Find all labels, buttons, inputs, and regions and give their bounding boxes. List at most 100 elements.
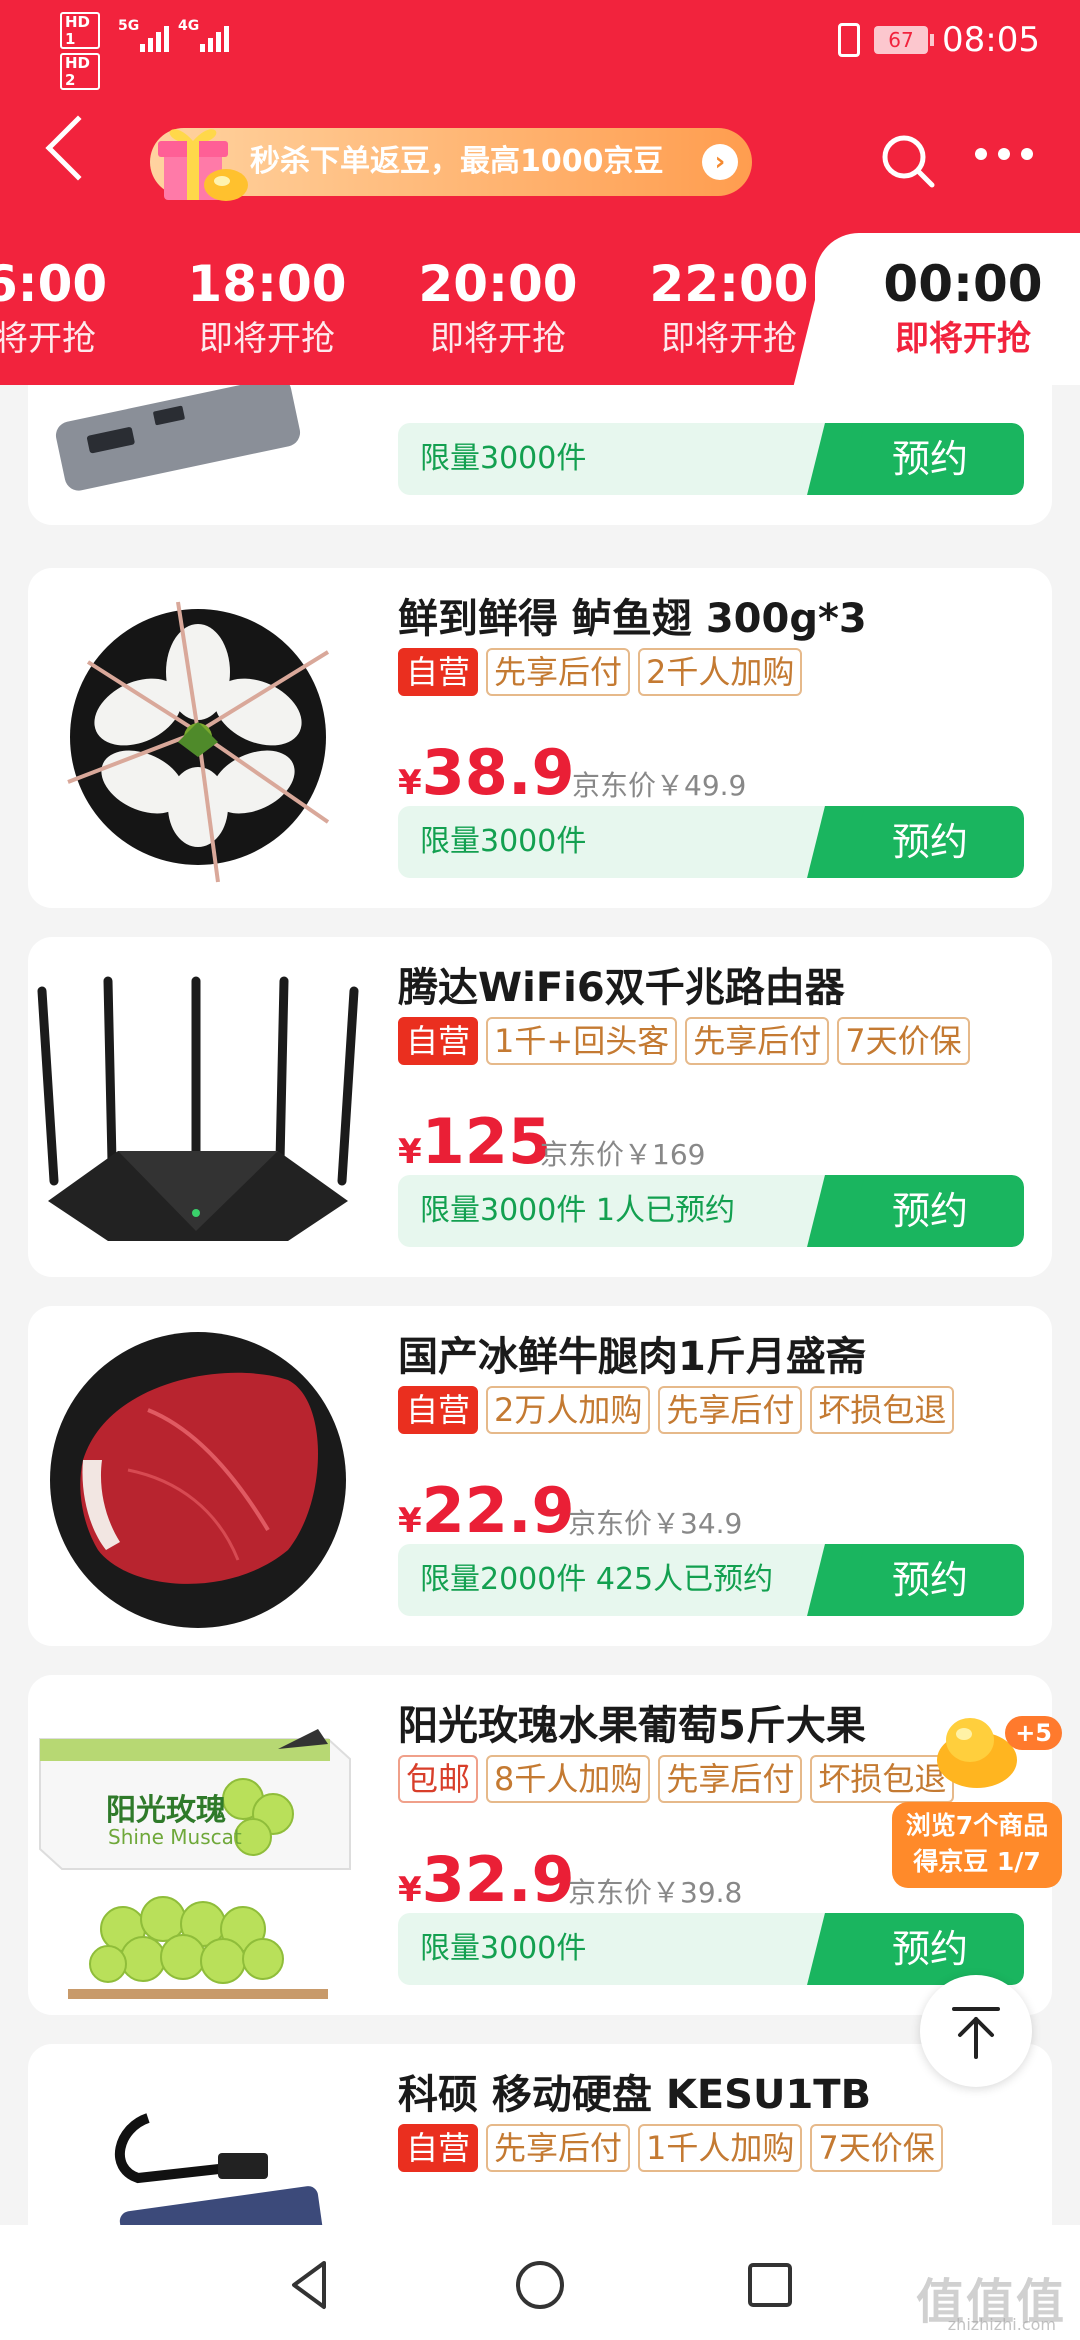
- tab-status: 即将开抢: [430, 319, 566, 359]
- status-bar: HD 1 HD 2 5G 4G 67 08:05: [0, 0, 1080, 90]
- reserve-bar: 限量3000件 1人已预约 预约: [398, 1175, 1024, 1247]
- tag: 先享后付: [658, 1386, 803, 1434]
- header: HD 1 HD 2 5G 4G 67 08:05 秒杀下单返豆，最高1000京豆…: [0, 0, 1080, 393]
- status-right: 67 08:05: [838, 20, 1040, 60]
- product-list[interactable]: 限量3000件 预约 鲜到鲜得 鲈鱼翅 300g*3 自营 先享后付 2千人加购…: [0, 385, 1080, 2225]
- tag-list: 自营 1千+回头客 先享后付 7天价保: [398, 1017, 970, 1065]
- tag: 先享后付: [486, 648, 631, 696]
- tab-0600[interactable]: 6:00 将开抢: [0, 255, 160, 365]
- product-card[interactable]: 腾达WiFi6双千兆路由器 自营 1千+回头客 先享后付 7天价保 ¥125 京…: [28, 937, 1052, 1277]
- product-card[interactable]: 国产冰鲜牛腿肉1斤月盛斋 自营 2万人加购 先享后付 坏损包退 ¥22.9 京东…: [28, 1306, 1052, 1646]
- hd2-badge: HD 2: [60, 53, 100, 90]
- reserve-button[interactable]: 预约: [836, 1175, 1024, 1247]
- tag-list: 自营 先享后付 1千人加购 7天价保: [398, 2124, 943, 2172]
- tag-self-operated: 自营: [398, 2124, 479, 2172]
- price: ¥38.9: [398, 736, 575, 809]
- tag-list: 自营 2万人加购 先享后付 坏损包退: [398, 1386, 955, 1434]
- jd-price: 京东价￥39.8: [568, 1876, 743, 1909]
- tab-2000[interactable]: 20:00 即将开抢: [383, 255, 613, 365]
- reserve-button[interactable]: 预约: [836, 423, 1024, 495]
- tag-self-operated: 自营: [398, 648, 479, 696]
- grape-box-image: 阳光玫瑰 Shine Muscat: [28, 1689, 368, 1999]
- usb-hub-image: [55, 385, 301, 491]
- price: ¥22.9: [398, 1474, 575, 1547]
- jd-price: 京东价￥169: [540, 1138, 706, 1171]
- reserve-bar: 限量3000件 预约: [398, 1913, 1024, 1985]
- tab-time: 6:00: [0, 255, 108, 313]
- tab-status: 即将开抢: [661, 319, 797, 359]
- tag: 1千人加购: [638, 2124, 803, 2172]
- price: ¥125: [398, 1105, 552, 1178]
- box-brand-sub: Shine Muscat: [108, 1825, 242, 1849]
- more-icon[interactable]: [975, 148, 1033, 160]
- limit-text: 限量3000件 1人已预约: [420, 1193, 735, 1228]
- tag: 先享后付: [685, 1017, 830, 1065]
- product-card[interactable]: 鲜到鲜得 鲈鱼翅 300g*3 自营 先享后付 2千人加购 ¥38.9 京东价￥…: [28, 568, 1052, 908]
- gift-box-icon: [158, 129, 248, 201]
- limit-text: 限量3000件: [420, 824, 587, 859]
- tag-self-operated: 自营: [398, 1017, 479, 1065]
- search-icon[interactable]: [880, 133, 936, 189]
- sim-indicators: HD 1 HD 2: [60, 12, 100, 94]
- fish-fin-image: [67, 601, 330, 883]
- box-brand-text: 阳光玫瑰: [106, 1793, 226, 1828]
- tag: 2千人加购: [638, 648, 803, 696]
- nav-recents-icon[interactable]: [740, 2255, 800, 2315]
- tag-list: 自营 先享后付 2千人加购: [398, 648, 803, 696]
- product-card[interactable]: 限量3000件 预约: [28, 385, 1052, 525]
- product-card[interactable]: 科硕 移动硬盘 KESU1TB 自营 先享后付 1千人加购 7天价保: [28, 2044, 1052, 2225]
- limit-text: 限量3000件: [420, 1931, 587, 1966]
- tag: 7天价保: [810, 2124, 943, 2172]
- limit-text: 限量3000件: [420, 441, 587, 476]
- nav-home-icon[interactable]: [510, 2255, 570, 2315]
- browse-task-widget[interactable]: +5 浏览7个商品 得京豆 1/7: [892, 1710, 1062, 1896]
- tag: 坏损包退: [810, 1386, 955, 1434]
- tab-status: 将开抢: [0, 319, 96, 359]
- hard-disk-image: [115, 2113, 337, 2225]
- network-4g-label: 4G: [178, 18, 200, 34]
- tag: 先享后付: [658, 1755, 803, 1803]
- vibrate-icon: [838, 23, 861, 57]
- signal-icon-2: [200, 22, 229, 52]
- clock: 08:05: [942, 20, 1040, 60]
- tag: 2万人加购: [486, 1386, 651, 1434]
- bean-plus-badge: +5: [1005, 1716, 1062, 1750]
- signal-icon: [140, 22, 169, 52]
- reserve-button[interactable]: 预约: [836, 806, 1024, 878]
- tag-free-shipping: 包邮: [398, 1755, 479, 1803]
- reserve-button[interactable]: 预约: [836, 1913, 1024, 1985]
- product-title: 科硕 移动硬盘 KESU1TB: [398, 2072, 872, 2118]
- browse-task-label: 浏览7个商品 得京豆 1/7: [892, 1802, 1062, 1888]
- watermark-url: zhizhizhi.com: [947, 2315, 1056, 2334]
- promo-text: 秒杀下单返豆，最高1000京豆: [250, 144, 664, 179]
- tab-time: 22:00: [649, 255, 809, 313]
- tab-status: 即将开抢: [199, 319, 335, 359]
- product-title: 鲜到鲜得 鲈鱼翅 300g*3: [398, 596, 867, 642]
- limit-text: 限量2000件 425人已预约: [420, 1562, 774, 1597]
- tag-self-operated: 自营: [398, 1386, 479, 1434]
- reserve-bar: 限量2000件 425人已预约 预约: [398, 1544, 1024, 1616]
- tag: 1千+回头客: [486, 1017, 678, 1065]
- chevron-right-icon: ›: [702, 144, 738, 180]
- back-to-top-icon[interactable]: [920, 1975, 1032, 2087]
- jd-price: 京东价￥34.9: [568, 1507, 743, 1540]
- tag-list: 包邮 8千人加购 先享后付 坏损包退: [398, 1755, 955, 1803]
- tab-time: 18:00: [187, 255, 347, 313]
- hd1-badge: HD 1: [60, 12, 100, 49]
- tag: 先享后付: [486, 2124, 631, 2172]
- tab-time: 20:00: [418, 255, 578, 313]
- network-5g-label: 5G: [118, 18, 140, 34]
- tag: 7天价保: [837, 1017, 970, 1065]
- tag: 8千人加购: [486, 1755, 651, 1803]
- nav-back-icon[interactable]: [280, 2255, 340, 2315]
- router-image: [37, 976, 359, 1241]
- tab-status: 即将开抢: [895, 319, 1031, 359]
- back-arrow-icon[interactable]: [45, 115, 111, 181]
- beef-image: [50, 1332, 346, 1628]
- tab-0000-active[interactable]: 00:00 即将开抢: [848, 255, 1078, 365]
- price: ¥32.9: [398, 1843, 575, 1916]
- jd-price: 京东价￥49.9: [572, 769, 747, 802]
- reserve-button[interactable]: 预约: [836, 1544, 1024, 1616]
- tab-2200[interactable]: 22:00 即将开抢: [614, 255, 844, 365]
- tab-1800[interactable]: 18:00 即将开抢: [152, 255, 382, 365]
